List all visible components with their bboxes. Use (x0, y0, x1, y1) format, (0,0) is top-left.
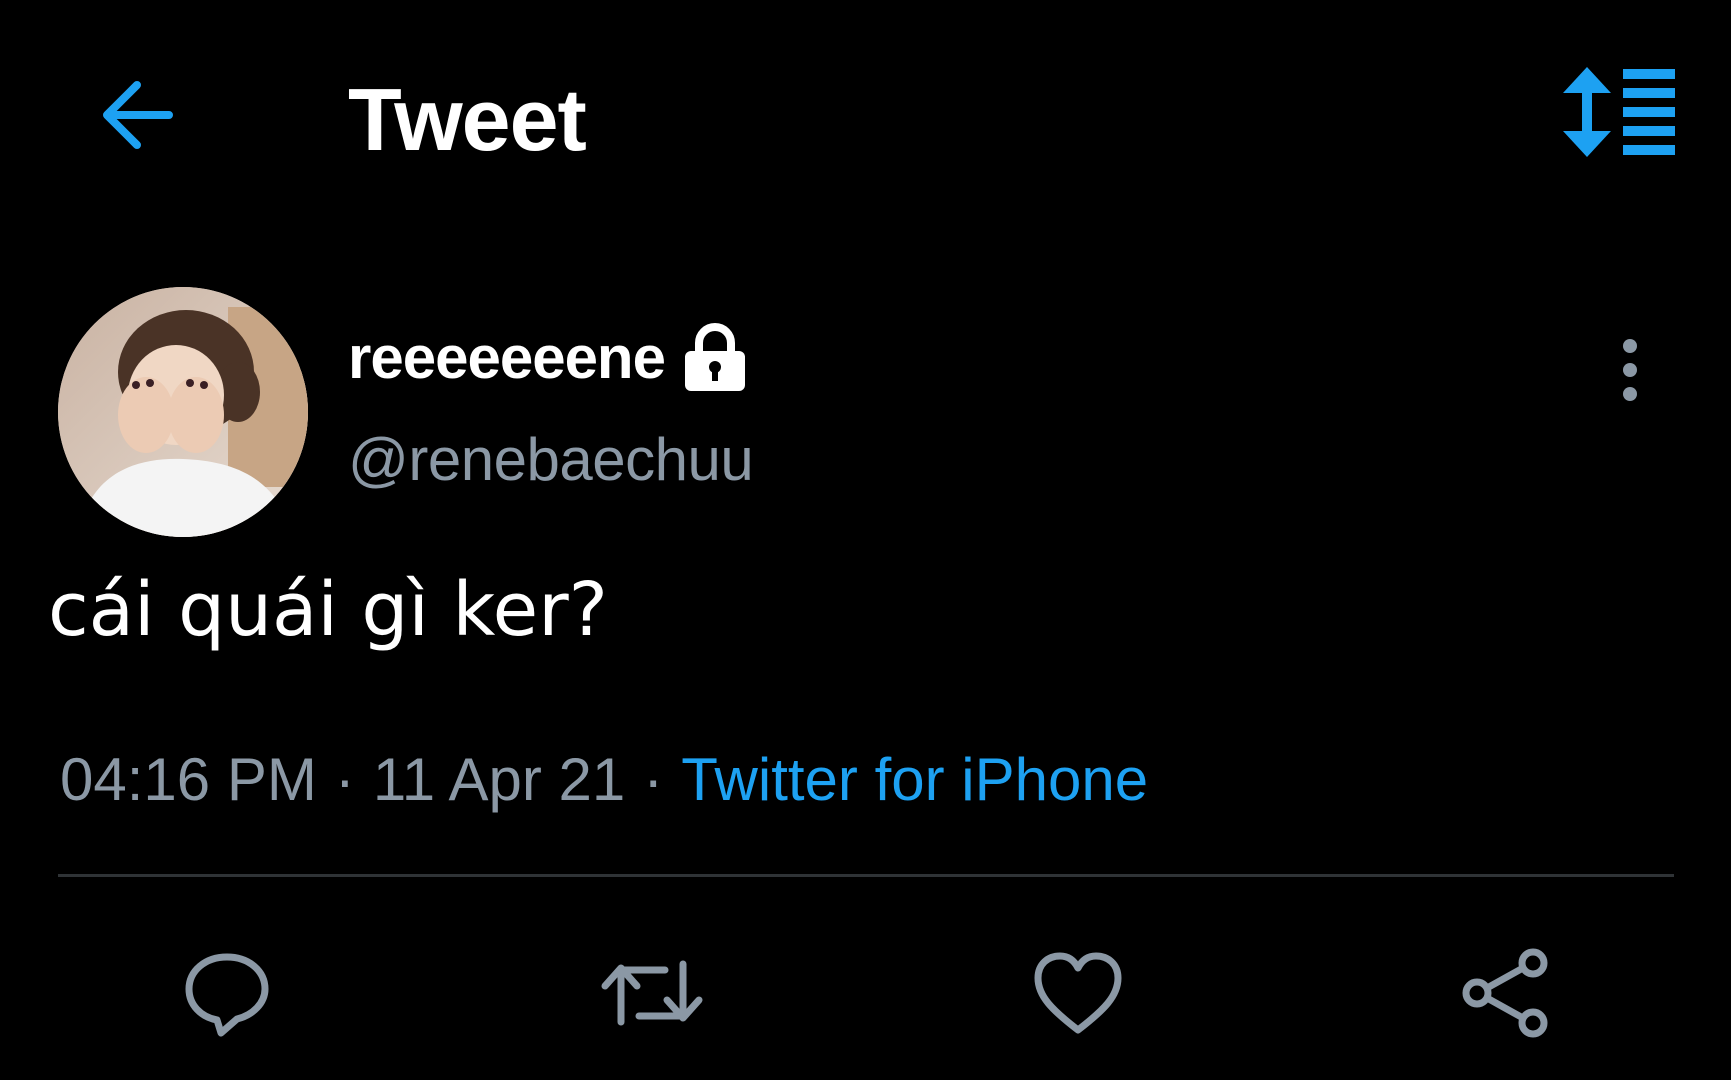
retweet-icon (601, 960, 703, 1026)
arrow-left-icon (103, 81, 173, 149)
tweet-source-link[interactable]: Twitter for iPhone (681, 740, 1148, 820)
author-name-row: reeeeeeene (348, 318, 747, 398)
heart-icon (1034, 952, 1122, 1034)
like-button[interactable] (1023, 938, 1133, 1048)
lock-icon (683, 323, 747, 393)
tweet-time: 04:16 PM (60, 746, 317, 813)
tweet-text: cái quái gì ker? (48, 567, 608, 653)
avatar-photo (58, 287, 308, 537)
back-button[interactable] (92, 70, 182, 160)
tweet-date: 11 Apr 21 (372, 746, 626, 813)
meta-separator: · (643, 746, 664, 813)
page-title: Tweet (348, 70, 587, 169)
retweet-button[interactable] (597, 938, 707, 1048)
share-button[interactable] (1452, 938, 1562, 1048)
sort-button[interactable] (1552, 62, 1682, 162)
meta-separator: · (334, 746, 355, 813)
author-name[interactable]: reeeeeeene (348, 318, 666, 398)
sort-list-icon (1563, 67, 1675, 157)
reply-icon (185, 953, 269, 1037)
author-handle[interactable]: @renebaechuu (348, 420, 754, 500)
tweet-meta: 04:16 PM · 11 Apr 21 · Twitter for iPhon… (60, 740, 1148, 820)
more-button[interactable] (1600, 330, 1660, 410)
more-vertical-icon (1623, 339, 1637, 401)
reply-button[interactable] (172, 938, 282, 1048)
share-icon (1462, 948, 1548, 1038)
divider (58, 874, 1674, 877)
avatar[interactable] (58, 287, 308, 537)
